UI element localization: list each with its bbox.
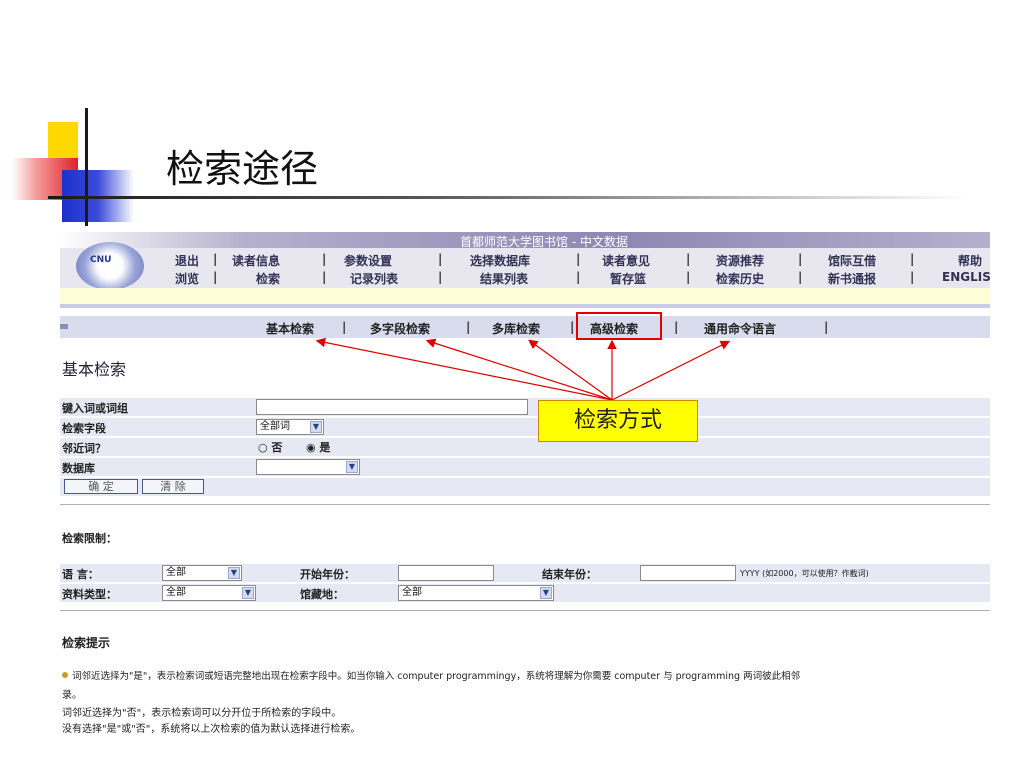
arrow-to-multi-database-search (528, 339, 613, 401)
annotation-arrows (315, 337, 731, 401)
search-method-callout: 检索方式 (538, 400, 698, 442)
arrow-to-multi-field-search (425, 338, 613, 401)
arrow-to-basic-search (315, 337, 613, 401)
arrow-to-command-language (611, 340, 731, 401)
